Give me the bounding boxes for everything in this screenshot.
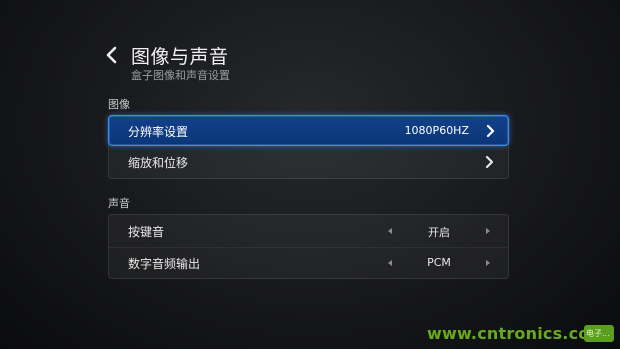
zoom-offset-label: 缩放和位移	[128, 156, 189, 170]
chevron-left-icon[interactable]	[104, 45, 120, 65]
chevron-right-icon	[485, 155, 494, 169]
image-settings-group: 分辨率设置 1080P60HZ 缩放和位移	[108, 115, 509, 179]
page-subtitle: 盒子图像和声音设置	[131, 69, 230, 82]
section-label-image: 图像	[108, 98, 130, 111]
key-sound-label: 按键音	[128, 225, 165, 239]
resolution-setting-row[interactable]: 分辨率设置 1080P60HZ	[108, 115, 509, 146]
zoom-offset-row[interactable]: 缩放和位移	[109, 147, 508, 178]
triangle-right-icon[interactable]	[486, 260, 490, 266]
digital-audio-output-label: 数字音频输出	[128, 257, 201, 271]
digital-audio-output-value: PCM	[427, 256, 451, 269]
watermark-badge: 电子...	[584, 325, 614, 342]
key-sound-row[interactable]: 按键音 开启	[109, 216, 508, 247]
triangle-right-icon[interactable]	[486, 228, 490, 234]
digital-audio-output-row[interactable]: 数字音频输出 PCM	[109, 247, 508, 278]
key-sound-value: 开启	[428, 226, 450, 239]
chevron-right-icon	[486, 124, 495, 138]
watermark-text: www.cntronics.com	[427, 324, 607, 343]
section-label-sound: 声音	[108, 197, 130, 210]
resolution-label: 分辨率设置	[128, 125, 189, 139]
page-title: 图像与声音	[131, 46, 229, 68]
resolution-value: 1080P60HZ	[404, 124, 469, 137]
triangle-left-icon[interactable]	[388, 260, 392, 266]
sound-settings-group: 按键音 开启 数字音频输出 PCM	[108, 214, 509, 279]
watermark-badge-text: 电子...	[586, 329, 610, 338]
triangle-left-icon[interactable]	[388, 228, 392, 234]
